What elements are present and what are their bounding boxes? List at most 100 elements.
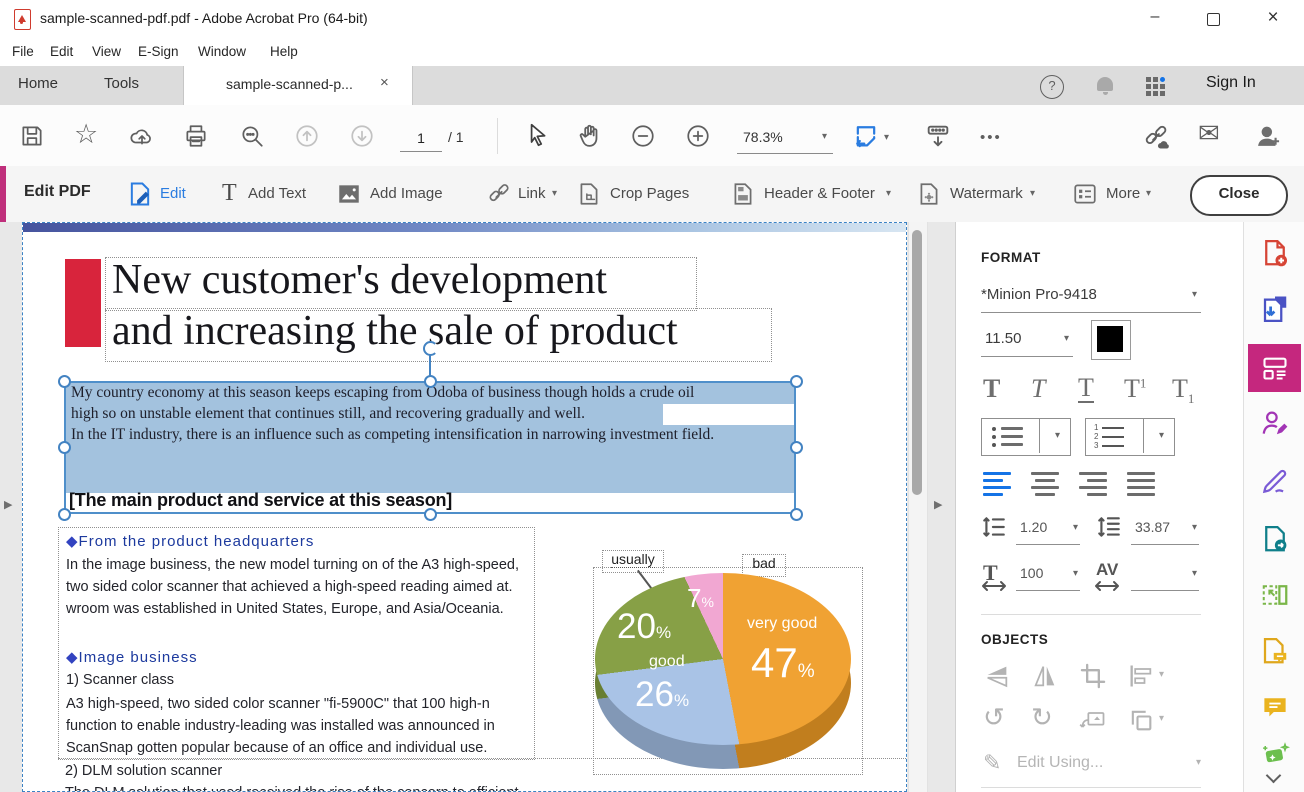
left-panel-toggle[interactable]: ▶ <box>4 498 12 511</box>
header-footer-button[interactable]: Header & Footer ▾ <box>730 181 756 212</box>
doc-title-box-2[interactable]: and increasing the sale of product <box>105 308 772 362</box>
align-right-button[interactable] <box>1079 472 1109 496</box>
profile-button[interactable] <box>1254 122 1282 155</box>
menu-help[interactable]: Help <box>270 44 298 59</box>
previous-page-button[interactable] <box>294 123 320 154</box>
menu-edit[interactable]: Edit <box>50 44 73 59</box>
help-button[interactable]: ? <box>1040 75 1064 99</box>
pie-callout-bad[interactable]: bad <box>742 554 786 577</box>
menu-view[interactable]: View <box>92 44 121 59</box>
close-edit-button[interactable]: Close <box>1190 175 1288 216</box>
align-left-button[interactable] <box>983 472 1013 496</box>
comment-tool[interactable] <box>1260 692 1290 727</box>
rail-expand-chevron[interactable] <box>1268 770 1279 781</box>
tab-home[interactable]: Home <box>18 75 58 92</box>
print-button[interactable] <box>183 123 209 154</box>
share-file-tool[interactable] <box>1260 524 1290 559</box>
pie-callout-usually[interactable]: usually <box>602 550 664 573</box>
menu-file[interactable]: File <box>12 44 34 59</box>
tab-document[interactable]: sample-scanned-p... × <box>183 66 413 105</box>
bold-button[interactable]: T <box>983 374 1000 404</box>
share-link-button[interactable] <box>1142 123 1170 156</box>
request-signatures-tool[interactable] <box>1260 408 1290 443</box>
replace-image-button[interactable] <box>1079 706 1107 739</box>
maximize-button[interactable] <box>1190 0 1236 38</box>
send-for-comments-tool[interactable] <box>1260 636 1290 671</box>
crop-pages-button[interactable]: Crop Pages <box>576 181 602 212</box>
fill-sign-tool[interactable] <box>1260 466 1290 501</box>
search-button[interactable] <box>239 123 265 154</box>
rotate-handle[interactable] <box>423 341 438 356</box>
upload-cloud-button[interactable] <box>129 123 155 154</box>
horizontal-scale-select[interactable]: 100 ▾ <box>1016 562 1080 591</box>
doc-title-box-1[interactable]: New customer's development <box>105 257 697 311</box>
numbered-list-button[interactable]: 1 2 3 ▾ <box>1085 418 1175 456</box>
email-button[interactable]: ✉ <box>1198 120 1220 146</box>
selection-handle[interactable] <box>790 508 803 521</box>
menu-window[interactable]: Window <box>198 44 246 59</box>
flip-horizontal-button[interactable] <box>1031 662 1059 695</box>
align-objects-button[interactable]: ▾ <box>1127 662 1155 695</box>
selection-handle[interactable] <box>424 508 437 521</box>
select-tool-button[interactable] <box>524 122 550 153</box>
font-family-select[interactable]: *Minion Pro-9418 ▾ <box>981 282 1201 313</box>
selection-handle[interactable] <box>790 441 803 454</box>
create-pdf-tool[interactable] <box>1260 238 1290 273</box>
vertical-scrollbar[interactable] <box>908 222 928 792</box>
next-page-button[interactable] <box>349 123 375 154</box>
selection-handle[interactable] <box>424 375 437 388</box>
more-tools-button[interactable]: More ▾ <box>1072 181 1098 212</box>
edit-tool-button[interactable]: Edit <box>126 180 154 213</box>
selected-text-block[interactable]: My country economy at this season keeps … <box>64 381 796 514</box>
flip-vertical-button[interactable] <box>983 662 1011 695</box>
zoom-level-select[interactable]: 78.3% ▾ <box>737 123 833 154</box>
minimize-button[interactable]: – <box>1132 0 1178 38</box>
fit-width-button[interactable]: ▾ <box>852 122 880 155</box>
arrange-button[interactable]: ▾ <box>1127 706 1155 739</box>
add-text-button[interactable]: T Add Text <box>222 180 237 206</box>
export-pdf-tool[interactable] <box>1260 294 1290 329</box>
doc-section-box[interactable]: ◆From the product headquarters In the im… <box>58 527 535 760</box>
font-color-swatch[interactable] <box>1091 320 1131 360</box>
edit-using-button[interactable]: ✎ Edit Using... ▾ <box>983 750 1201 780</box>
right-panel-toggle[interactable]: ▶ <box>934 498 942 511</box>
bullet-list-button[interactable]: ▾ <box>981 418 1071 456</box>
close-button[interactable]: × <box>1250 0 1296 38</box>
scrolling-mode-button[interactable] <box>924 122 952 155</box>
pdf-page[interactable]: New customer's development and increasin… <box>22 222 907 792</box>
selection-handle[interactable] <box>790 375 803 388</box>
hand-tool-button[interactable] <box>576 122 603 154</box>
superscript-button[interactable]: T1 <box>1124 374 1146 404</box>
rotate-ccw-button[interactable]: ↺ <box>983 704 1005 730</box>
sign-in-button[interactable]: Sign In <box>1206 74 1256 92</box>
italic-button[interactable]: T <box>1031 374 1045 404</box>
apps-grid-button[interactable] <box>1146 75 1170 99</box>
zoom-in-button[interactable] <box>685 123 711 154</box>
page-number-input[interactable] <box>400 125 442 152</box>
selection-handle[interactable] <box>58 441 71 454</box>
rotate-cw-button[interactable]: ↻ <box>1031 704 1053 730</box>
menu-esign[interactable]: E-Sign <box>138 44 179 59</box>
link-button[interactable]: Link ▾ <box>486 181 512 212</box>
add-image-button[interactable]: Add Image <box>336 181 362 212</box>
selection-handle[interactable] <box>58 508 71 521</box>
selection-handle[interactable] <box>58 375 71 388</box>
underline-button[interactable]: T <box>1078 374 1094 403</box>
zoom-out-button[interactable] <box>630 123 656 154</box>
font-size-select[interactable]: 11.50 ▾ <box>981 326 1073 357</box>
tab-tools[interactable]: Tools <box>104 75 139 92</box>
align-justify-button[interactable] <box>1127 472 1157 496</box>
tab-close-icon[interactable]: × <box>380 74 389 91</box>
favorite-button[interactable]: ☆ <box>74 121 98 148</box>
paragraph-spacing-select[interactable]: 33.87 ▾ <box>1131 516 1199 545</box>
toolbar-more-button[interactable]: ••• <box>980 129 1002 146</box>
crop-resize-tool[interactable] <box>1260 580 1290 615</box>
crop-object-button[interactable] <box>1079 662 1107 695</box>
line-spacing-select[interactable]: 1.20 ▾ <box>1016 516 1080 545</box>
align-center-button[interactable] <box>1031 472 1061 496</box>
edit-pdf-tool-active[interactable] <box>1248 344 1301 392</box>
notifications-button[interactable] <box>1094 74 1116 98</box>
kerning-select[interactable]: ▾ <box>1131 562 1199 591</box>
save-button[interactable] <box>19 123 45 154</box>
watermark-button[interactable]: Watermark ▾ <box>916 181 942 212</box>
